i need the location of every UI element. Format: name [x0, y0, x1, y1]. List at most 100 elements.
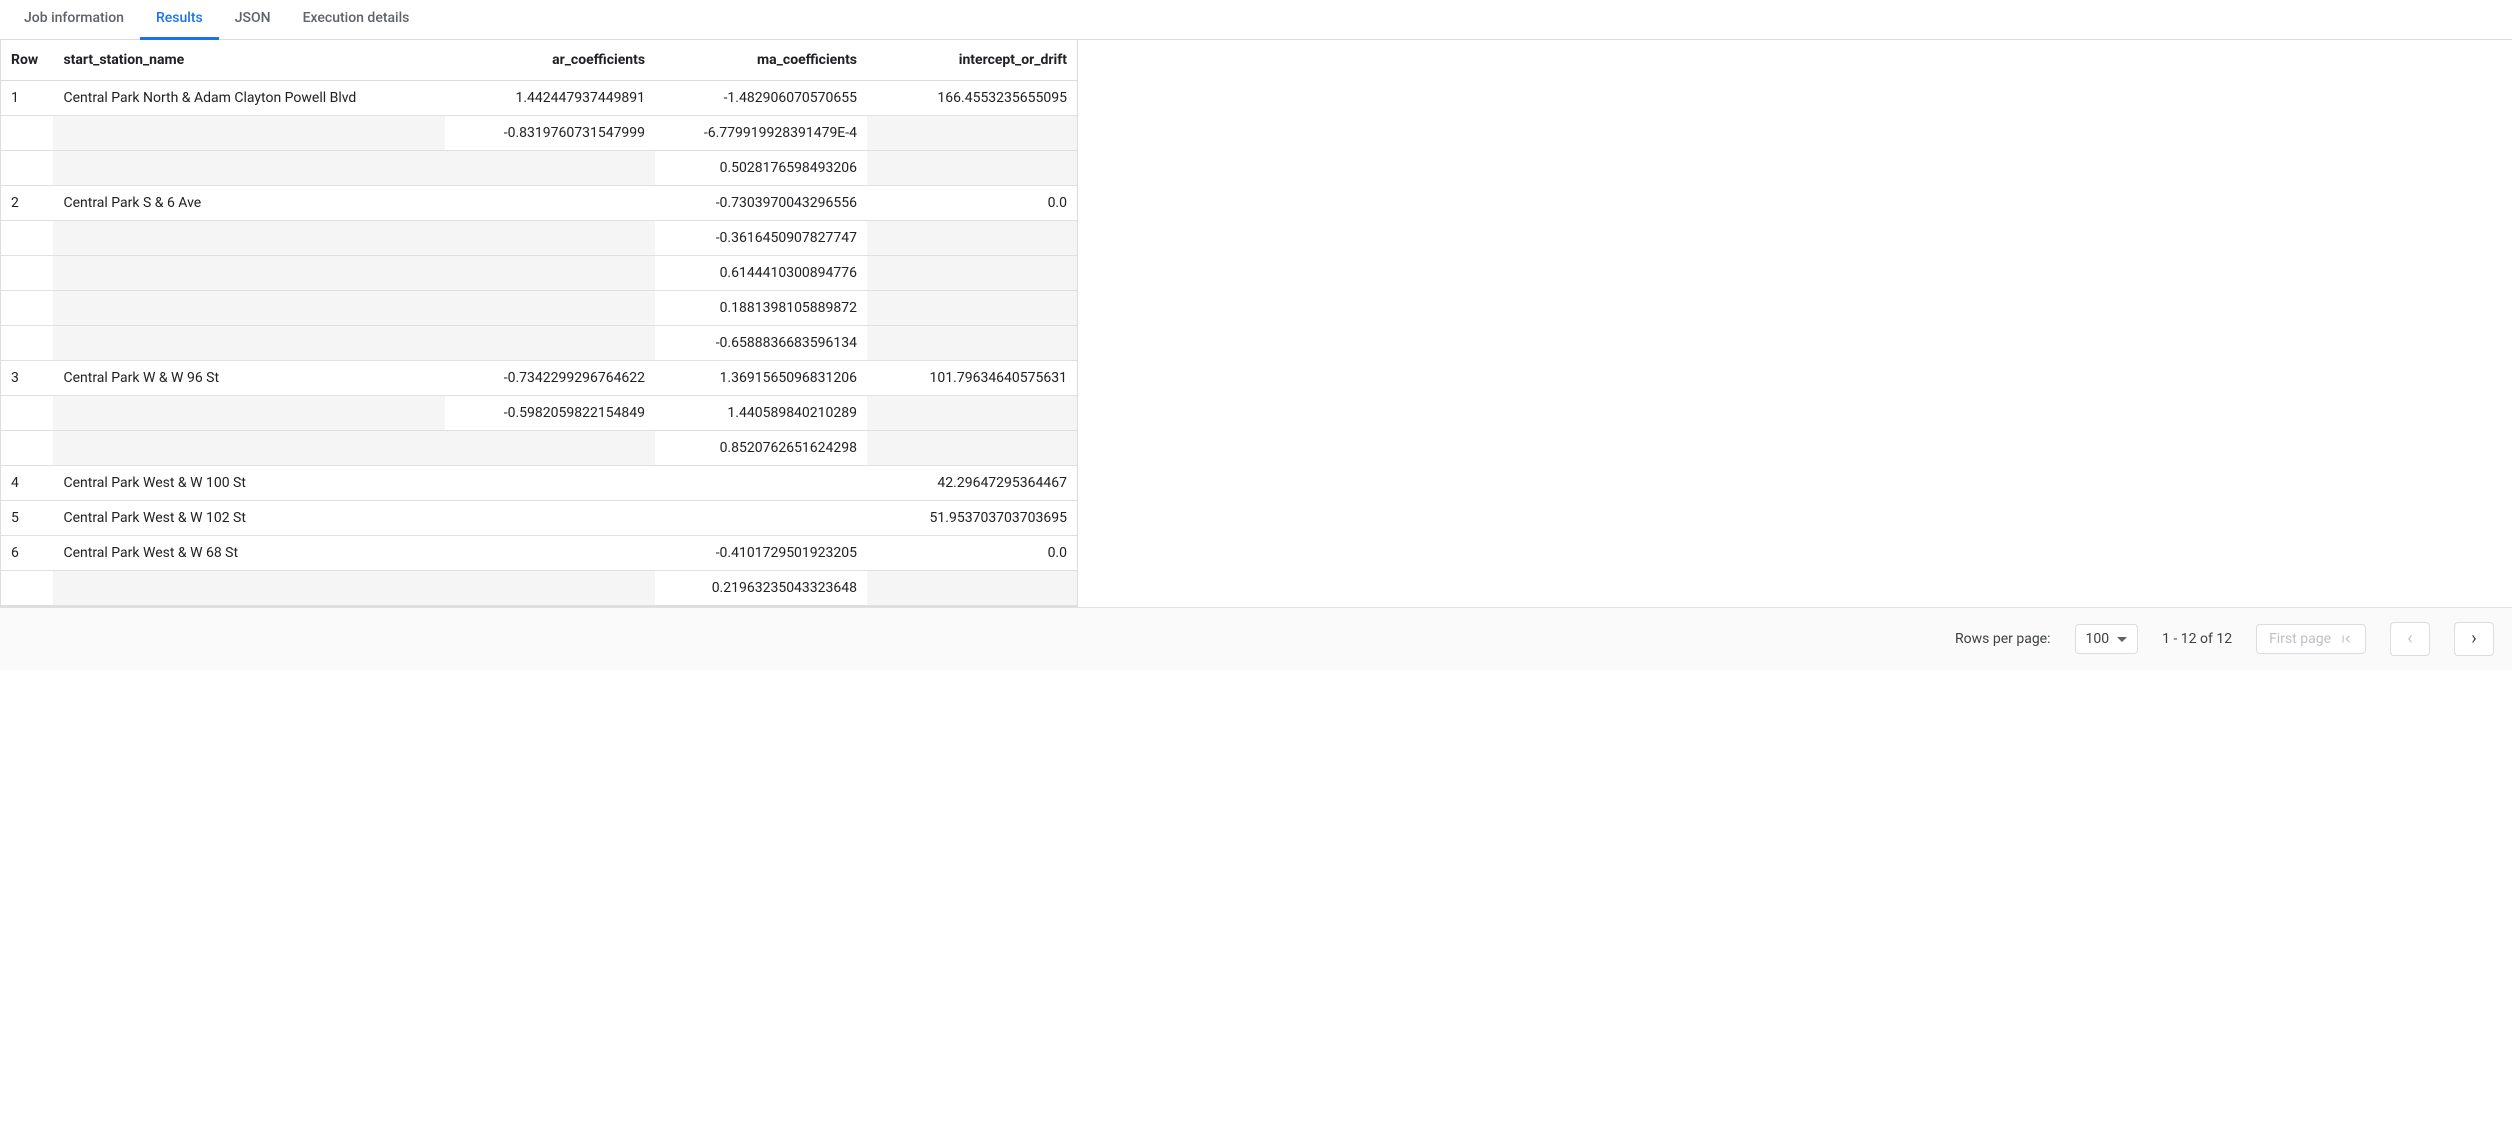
- tab-results[interactable]: Results: [140, 0, 219, 40]
- cell-ma-coefficients: -0.3616450907827747: [655, 221, 867, 256]
- cell-intercept-or-drift: 101.79634640575631: [867, 361, 1077, 396]
- first-page-button[interactable]: First page: [2256, 624, 2366, 654]
- cell-ma-coefficients: 0.8520762651624298: [655, 431, 867, 466]
- cell-start-station-name: [53, 151, 445, 186]
- cell-row: 6: [1, 536, 53, 571]
- cell-intercept-or-drift: 0.0: [867, 186, 1077, 221]
- table-row[interactable]: 2Central Park S & 6 Ave -0.73039700432965…: [1, 186, 1077, 221]
- cell-intercept-or-drift: [867, 221, 1077, 256]
- header-row: Row start_station_name ar_coefficients m…: [1, 40, 1077, 81]
- cell-ma-coefficients: [655, 466, 867, 501]
- cell-row: [1, 256, 53, 291]
- tab-job-information[interactable]: Job information: [8, 0, 140, 40]
- cell-intercept-or-drift: [867, 431, 1077, 466]
- cell-start-station-name: [53, 221, 445, 256]
- cell-intercept-or-drift: 51.953703703703695: [867, 501, 1077, 536]
- rows-per-page-label: Rows per page:: [1955, 631, 2050, 647]
- first-page-icon: [2339, 632, 2353, 646]
- col-ar-coefficients[interactable]: ar_coefficients: [445, 40, 655, 81]
- cell-start-station-name: [53, 571, 445, 606]
- tab-execution-details[interactable]: Execution details: [287, 0, 426, 40]
- table-row[interactable]: 0.8520762651624298: [1, 431, 1077, 466]
- cell-ma-coefficients: 0.6144410300894776: [655, 256, 867, 291]
- cell-start-station-name: [53, 116, 445, 151]
- chevron-right-icon: ›: [2471, 630, 2476, 648]
- cell-start-station-name: Central Park West & W 68 St: [53, 536, 445, 571]
- cell-ar-coefficients: -0.7342299296764622: [445, 361, 655, 396]
- cell-ma-coefficients: 1.440589840210289: [655, 396, 867, 431]
- col-row[interactable]: Row: [1, 40, 53, 81]
- cell-ar-coefficients: [445, 326, 655, 361]
- cell-row: [1, 291, 53, 326]
- cell-intercept-or-drift: 0.0: [867, 536, 1077, 571]
- cell-ar-coefficients: [445, 466, 655, 501]
- cell-row: [1, 571, 53, 606]
- table-row[interactable]: -0.59820598221548491.440589840210289: [1, 396, 1077, 431]
- cell-start-station-name: [53, 431, 445, 466]
- table-row[interactable]: 5Central Park West & W 102 St51.95370370…: [1, 501, 1077, 536]
- cell-ar-coefficients: [445, 501, 655, 536]
- cell-start-station-name: Central Park North & Adam Clayton Powell…: [53, 81, 445, 116]
- first-page-label: First page: [2269, 631, 2331, 647]
- cell-ma-coefficients: 0.5028176598493206: [655, 151, 867, 186]
- cell-intercept-or-drift: [867, 326, 1077, 361]
- table-row[interactable]: 0.6144410300894776: [1, 256, 1077, 291]
- cell-ma-coefficients: -1.482906070570655: [655, 81, 867, 116]
- cell-start-station-name: Central Park West & W 100 St: [53, 466, 445, 501]
- table-footer: Rows per page: 100 1 - 12 of 12 First pa…: [0, 607, 2512, 670]
- cell-start-station-name: [53, 256, 445, 291]
- cell-intercept-or-drift: [867, 151, 1077, 186]
- cell-ar-coefficients: [445, 291, 655, 326]
- col-intercept-or-drift[interactable]: intercept_or_drift: [867, 40, 1077, 81]
- tab-json[interactable]: JSON: [219, 0, 287, 40]
- col-ma-coefficients[interactable]: ma_coefficients: [655, 40, 867, 81]
- cell-intercept-or-drift: 166.4553235655095: [867, 81, 1077, 116]
- cell-row: [1, 396, 53, 431]
- cell-start-station-name: Central Park S & 6 Ave: [53, 186, 445, 221]
- cell-intercept-or-drift: [867, 116, 1077, 151]
- cell-ar-coefficients: [445, 256, 655, 291]
- cell-row: 2: [1, 186, 53, 221]
- cell-ar-coefficients: [445, 186, 655, 221]
- cell-start-station-name: Central Park W & W 96 St: [53, 361, 445, 396]
- cell-start-station-name: [53, 326, 445, 361]
- cell-ma-coefficients: -0.6588836683596134: [655, 326, 867, 361]
- cell-row: [1, 221, 53, 256]
- table-row[interactable]: 1Central Park North & Adam Clayton Powel…: [1, 81, 1077, 116]
- results-table-wrapper: Row start_station_name ar_coefficients m…: [0, 40, 1078, 607]
- table-row[interactable]: -0.8319760731547999-6.779919928391479E-4: [1, 116, 1077, 151]
- col-start-station-name[interactable]: start_station_name: [53, 40, 445, 81]
- table-row[interactable]: 0.5028176598493206: [1, 151, 1077, 186]
- cell-intercept-or-drift: [867, 256, 1077, 291]
- next-page-button[interactable]: ›: [2454, 622, 2494, 656]
- tabs-bar: Job informationResultsJSONExecution deta…: [0, 0, 2512, 40]
- cell-row: 3: [1, 361, 53, 396]
- cell-start-station-name: [53, 291, 445, 326]
- cell-ar-coefficients: -0.5982059822154849: [445, 396, 655, 431]
- rows-per-page-value: 100: [2086, 631, 2110, 647]
- table-row[interactable]: 0.21963235043323648: [1, 571, 1077, 606]
- table-row[interactable]: 4Central Park West & W 100 St42.29647295…: [1, 466, 1077, 501]
- cell-ar-coefficients: 1.442447937449891: [445, 81, 655, 116]
- chevron-left-icon: ‹: [2407, 630, 2412, 648]
- cell-start-station-name: Central Park West & W 102 St: [53, 501, 445, 536]
- cell-row: [1, 326, 53, 361]
- table-row[interactable]: -0.3616450907827747: [1, 221, 1077, 256]
- cell-ma-coefficients: -6.779919928391479E-4: [655, 116, 867, 151]
- prev-page-button[interactable]: ‹: [2390, 622, 2430, 656]
- table-row[interactable]: 6Central Park West & W 68 St-0.410172950…: [1, 536, 1077, 571]
- cell-ma-coefficients: 1.3691565096831206: [655, 361, 867, 396]
- cell-row: 1: [1, 81, 53, 116]
- cell-ar-coefficients: -0.8319760731547999: [445, 116, 655, 151]
- cell-ma-coefficients: -0.7303970043296556: [655, 186, 867, 221]
- cell-ma-coefficients: 0.1881398105889872: [655, 291, 867, 326]
- cell-row: 4: [1, 466, 53, 501]
- table-row[interactable]: 3Central Park W & W 96 St-0.734229929676…: [1, 361, 1077, 396]
- cell-ar-coefficients: [445, 536, 655, 571]
- cell-ar-coefficients: [445, 571, 655, 606]
- cell-intercept-or-drift: [867, 291, 1077, 326]
- rows-per-page-select[interactable]: 100: [2075, 624, 2139, 654]
- table-row[interactable]: -0.6588836683596134: [1, 326, 1077, 361]
- table-row[interactable]: 0.1881398105889872: [1, 291, 1077, 326]
- pagination-range: 1 - 12 of 12: [2162, 631, 2232, 647]
